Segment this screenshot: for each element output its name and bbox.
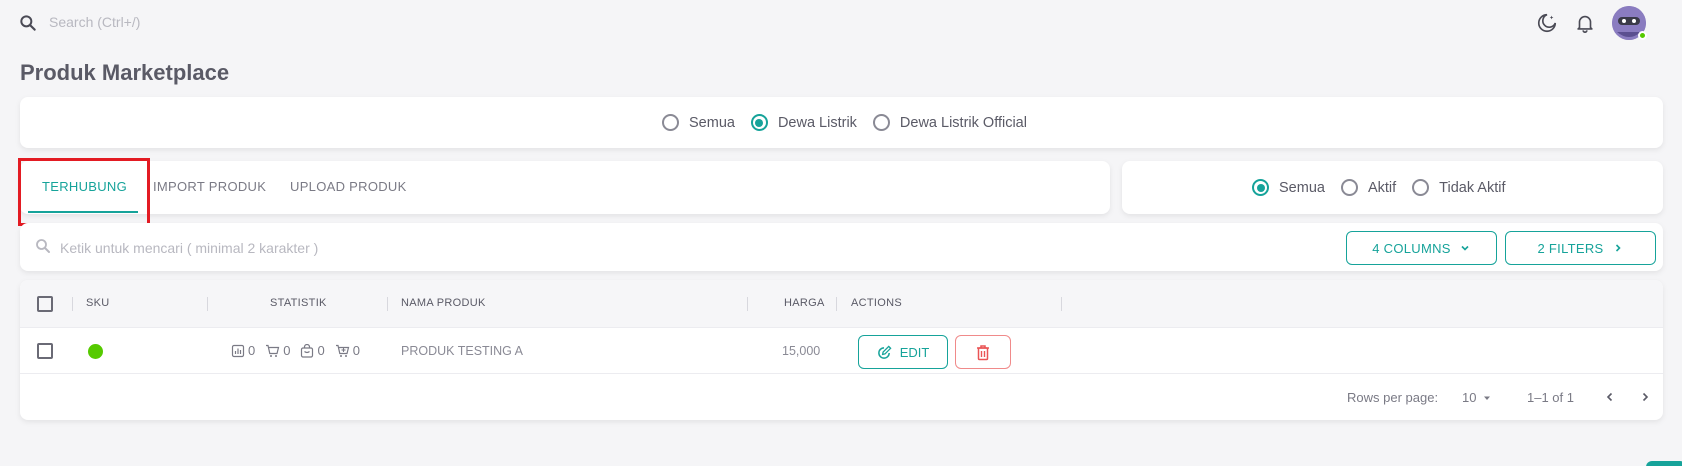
pagination-range: 1–1 of 1: [1527, 390, 1574, 405]
notification-bell-icon[interactable]: [1574, 12, 1596, 34]
status-filter-card: Semua Aktif Tidak Aktif: [1122, 161, 1663, 214]
chevron-left-icon[interactable]: [1604, 391, 1616, 403]
table-row: 0 0 0 0 PRODUK TESTING A 15,000 EDIT: [20, 328, 1663, 374]
status-indicator: [88, 344, 103, 359]
radio-icon[interactable]: [1340, 179, 1358, 196]
status-radio-aktif[interactable]: Aktif: [1340, 179, 1396, 196]
rows-per-page-label: Rows per page:: [1347, 390, 1439, 405]
chevron-down-icon: [1461, 245, 1469, 251]
radio-icon[interactable]: [1412, 179, 1430, 196]
page-title: Produk Marketplace: [20, 60, 230, 85]
delete-button[interactable]: [955, 335, 1011, 369]
store-filter-card: Semua Dewa Listrik Dewa Listrik Official: [20, 97, 1663, 148]
product-table: SKU STATISTIK NAMA PRODUK HARGA ACTIONS …: [20, 280, 1663, 420]
status-radio-semua[interactable]: Semua: [1252, 179, 1325, 196]
select-all-checkbox[interactable]: [37, 296, 53, 312]
stat-views: 0: [231, 343, 255, 358]
shopping-bag-icon: [301, 343, 314, 358]
column-separator: [747, 297, 748, 311]
trash-icon: [977, 344, 989, 360]
chart-icon: [231, 344, 245, 357]
column-separator: [1061, 297, 1062, 311]
status-radio-tidak-aktif[interactable]: Tidak Aktif: [1412, 179, 1506, 196]
tab-upload-produk[interactable]: UPLOAD PRODUK: [290, 179, 407, 194]
header-actions: ACTIONS: [851, 297, 902, 309]
header-statistik[interactable]: STATISTIK: [270, 297, 327, 309]
top-navbar: Search (Ctrl+/): [0, 0, 1682, 46]
stat-bag: 0: [300, 343, 325, 358]
user-avatar[interactable]: [1612, 6, 1647, 40]
header-nama-produk[interactable]: NAMA PRODUK: [401, 297, 486, 309]
table-header: SKU STATISTIK NAMA PRODUK HARGA ACTIONS: [20, 280, 1663, 328]
column-separator: [72, 297, 73, 311]
cart-icon: [266, 344, 280, 357]
search-icon[interactable]: [18, 13, 38, 33]
store-radio-dewa-listrik[interactable]: Dewa Listrik: [750, 114, 857, 131]
radio-checked-icon[interactable]: [1252, 179, 1269, 196]
header-sku[interactable]: SKU: [86, 297, 110, 309]
chevron-right-icon[interactable]: [1639, 391, 1651, 403]
product-search-input[interactable]: Ketik untuk mencari ( minimal 2 karakter…: [60, 240, 318, 256]
cell-harga: 15,000: [782, 344, 821, 358]
store-radio-semua[interactable]: Semua: [662, 114, 735, 131]
radio-checked-icon[interactable]: [750, 114, 768, 131]
columns-button[interactable]: 4 COLUMNS: [1346, 231, 1497, 265]
radio-icon[interactable]: [872, 114, 890, 131]
product-search-bar: Ketik untuk mencari ( minimal 2 karakter…: [20, 223, 1663, 271]
table-pagination: Rows per page: 10 1–1 of 1: [20, 374, 1663, 420]
chevron-right-icon: [1615, 244, 1621, 252]
radio-icon[interactable]: [662, 114, 679, 131]
column-separator: [836, 297, 837, 311]
stat-cart-add: 0: [335, 343, 360, 358]
row-checkbox[interactable]: [37, 343, 53, 359]
rows-per-page-select[interactable]: 10: [1462, 390, 1492, 405]
highlight-box: [18, 158, 150, 226]
dark-mode-icon[interactable]: [1536, 12, 1558, 34]
product-stats: 0 0 0 0: [231, 343, 360, 358]
caret-down-icon: [1484, 396, 1491, 400]
edit-button[interactable]: EDIT: [858, 335, 948, 369]
floating-action-button[interactable]: [1646, 461, 1682, 466]
search-icon: [36, 239, 50, 253]
tab-import-produk[interactable]: IMPORT PRODUK: [153, 179, 266, 194]
product-tabs: TERHUBUNG IMPORT PRODUK UPLOAD PRODUK: [20, 161, 1110, 214]
global-search-input[interactable]: Search (Ctrl+/): [49, 14, 140, 30]
header-harga[interactable]: HARGA: [784, 297, 825, 309]
stat-cart: 0: [265, 343, 290, 358]
cell-nama-produk: PRODUK TESTING A: [401, 344, 524, 358]
online-status-badge: [1638, 31, 1647, 40]
cart-plus-icon: [335, 344, 349, 357]
store-radio-dewa-listrik-official[interactable]: Dewa Listrik Official: [872, 114, 1027, 131]
column-separator: [207, 297, 208, 311]
column-separator: [387, 297, 388, 311]
filters-button[interactable]: 2 FILTERS: [1505, 231, 1656, 265]
edit-icon: [877, 344, 892, 359]
